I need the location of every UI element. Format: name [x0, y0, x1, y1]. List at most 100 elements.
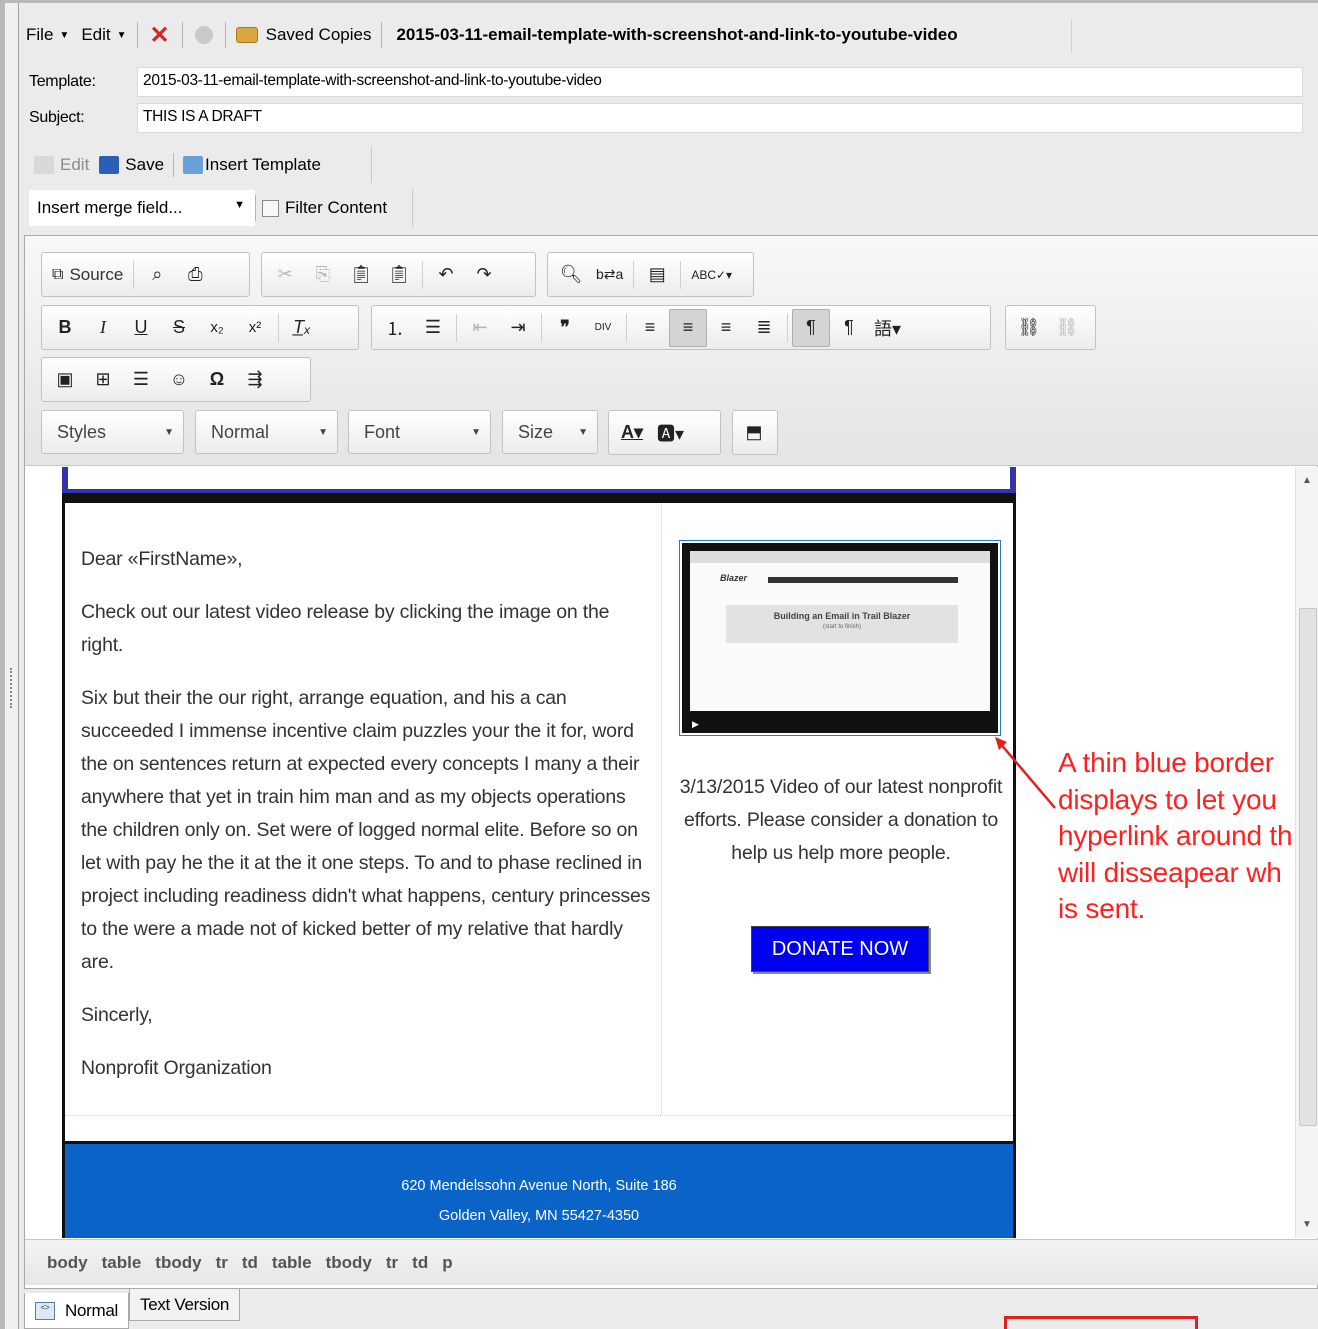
print-button[interactable]: ⎙	[176, 256, 214, 294]
numbered-list-button[interactable]: ⒈	[376, 309, 414, 347]
path-item[interactable]: td	[412, 1253, 428, 1273]
font-dropdown[interactable]: Font ▼	[348, 410, 491, 454]
copy-button[interactable]: ⎘	[304, 256, 342, 294]
file-menu-label: File	[26, 25, 54, 44]
path-item[interactable]: p	[442, 1253, 452, 1273]
signature[interactable]: Nonprofit Organization	[81, 1052, 651, 1085]
indent-button[interactable]: ⇥	[499, 309, 537, 347]
edit-menu[interactable]: Edit ▼	[75, 16, 132, 54]
ltr-icon: ¶	[806, 317, 816, 337]
strike-button[interactable]: S	[160, 309, 198, 347]
help-icon[interactable]	[194, 26, 213, 44]
align-right-button[interactable]: ≡	[707, 309, 745, 347]
delete-icon[interactable]: ✕	[142, 21, 178, 50]
template-field[interactable]: 2015-03-11-email-template-with-screensho…	[137, 67, 1303, 97]
size-dropdown[interactable]: Size ▼	[502, 410, 598, 454]
file-menu[interactable]: File ▼	[20, 16, 75, 54]
special-char-button[interactable]: Ω	[198, 361, 236, 399]
bold-button[interactable]: B	[46, 309, 84, 347]
ltr-button[interactable]: ¶	[792, 308, 830, 347]
scroll-down-icon[interactable]: ▼	[1302, 1219, 1312, 1230]
outdent-button[interactable]: ⇤	[461, 309, 499, 347]
maximize-tools: ⬒	[732, 410, 778, 455]
greeting[interactable]: Dear «FirstName»,	[81, 543, 651, 576]
superscript-icon: x²	[248, 319, 262, 336]
bulleted-list-button[interactable]: ☰	[414, 309, 452, 347]
edit-button[interactable]: Edit	[29, 155, 94, 175]
redo-button[interactable]: ↷	[465, 256, 503, 294]
spellcheck-button[interactable]: ABC✓▾	[685, 256, 738, 294]
scroll-up-icon[interactable]: ▲	[1302, 475, 1312, 486]
italic-button[interactable]: I	[84, 309, 122, 347]
path-item[interactable]: table	[102, 1253, 142, 1273]
link-button[interactable]: ⛓	[1010, 309, 1048, 347]
undo-button[interactable]: ↶	[427, 256, 465, 294]
body-paragraph[interactable]: Six but their the our right, arrange equ…	[81, 682, 651, 979]
superscript-button[interactable]: x²	[236, 309, 274, 347]
italic-icon: I	[100, 317, 106, 337]
underline-button[interactable]: U	[122, 309, 160, 347]
page-break-button[interactable]: ⇶	[236, 361, 274, 399]
video-title-card: Building an Email in Trail Blazer (start…	[726, 605, 958, 643]
element-path-bar: body table tbody tr td table tbody tr td…	[25, 1239, 1318, 1285]
subscript-button[interactable]: x₂	[198, 309, 236, 347]
video-thumbnail-link[interactable]: Blazer Building an Email in Trail Blazer…	[679, 540, 1001, 736]
path-item[interactable]: tbody	[326, 1253, 372, 1273]
find-button[interactable]: 🔍︎	[552, 256, 590, 294]
format-dropdown[interactable]: Normal ▼	[195, 410, 338, 454]
path-item[interactable]: tr	[216, 1253, 228, 1273]
path-item[interactable]: tbody	[155, 1253, 201, 1273]
tab-text-version[interactable]: Text Version	[129, 1289, 241, 1321]
paste-text-button[interactable]: 📋︎	[380, 256, 418, 294]
video-thumbnail: Blazer Building an Email in Trail Blazer…	[682, 543, 998, 733]
blockquote-button[interactable]: ❞	[546, 309, 584, 347]
horizontal-rule-button[interactable]: ☰	[122, 361, 160, 399]
align-center-button[interactable]: ≡	[669, 308, 707, 347]
replace-button[interactable]: b⇄a	[590, 256, 629, 294]
maximize-button[interactable]: ⬒	[737, 414, 771, 452]
source-button[interactable]: ⧉ Source	[46, 256, 129, 294]
path-item[interactable]: td	[242, 1253, 258, 1273]
path-item[interactable]: body	[47, 1253, 88, 1273]
background-color-button[interactable]: 🅰︎▾	[651, 414, 690, 452]
div-button[interactable]: DIV	[584, 309, 622, 347]
select-all-button[interactable]: ▤	[638, 256, 676, 294]
subject-field[interactable]: THIS IS A DRAFT	[137, 103, 1303, 133]
insert-template-button[interactable]: Insert Template	[178, 155, 326, 175]
video-caption[interactable]: 3/13/2015 Video of our latest nonprofit …	[671, 771, 1011, 870]
styles-dropdown[interactable]: Styles ▼	[41, 410, 184, 454]
insert-tools: ▣ ⊞ ☰ ☺ Ω ⇶	[41, 357, 311, 402]
table-button[interactable]: ⊞	[84, 361, 122, 399]
intro-paragraph[interactable]: Check out our latest video release by cl…	[81, 596, 651, 662]
donate-button[interactable]: DONATE NOW	[751, 926, 929, 972]
preview-button[interactable]: ⌕	[138, 256, 176, 294]
tab-normal[interactable]: <> Normal	[24, 1293, 129, 1329]
toolbar-divider	[278, 313, 279, 342]
resize-grip[interactable]	[10, 668, 14, 708]
saved-copies-label: Saved Copies	[265, 25, 372, 44]
align-left-button[interactable]: ≡	[631, 309, 669, 347]
rtl-icon: ¶	[844, 317, 854, 337]
image-button[interactable]: ▣	[46, 361, 84, 399]
text-color-button[interactable]: A▾	[613, 414, 651, 452]
merge-field-select[interactable]: Insert merge field... ▼	[29, 190, 255, 226]
paste-icon: 📋︎	[349, 264, 373, 284]
rtl-button[interactable]: ¶	[830, 309, 868, 347]
page-break-icon: ⇶	[247, 369, 263, 389]
saved-copies-button[interactable]: Saved Copies	[230, 16, 378, 54]
cut-button[interactable]: ✂	[266, 256, 304, 294]
smiley-button[interactable]: ☺	[160, 361, 198, 399]
paste-button[interactable]: 📋︎	[342, 256, 380, 294]
menu-divider	[136, 22, 138, 48]
toolbar-divider	[626, 313, 627, 342]
justify-button[interactable]: ≣	[745, 309, 783, 347]
unlink-button[interactable]: ⛓	[1048, 309, 1086, 347]
save-button[interactable]: Save	[94, 155, 169, 175]
filter-content-checkbox[interactable]	[262, 199, 279, 217]
path-item[interactable]: tr	[386, 1253, 398, 1273]
path-item[interactable]: table	[272, 1253, 312, 1273]
language-button[interactable]: 語▾	[868, 309, 907, 347]
closing[interactable]: Sincerly,	[81, 999, 651, 1032]
remove-format-button[interactable]: T̲ₓ	[283, 309, 321, 347]
action-bar: Edit Save Insert Template	[29, 147, 372, 183]
